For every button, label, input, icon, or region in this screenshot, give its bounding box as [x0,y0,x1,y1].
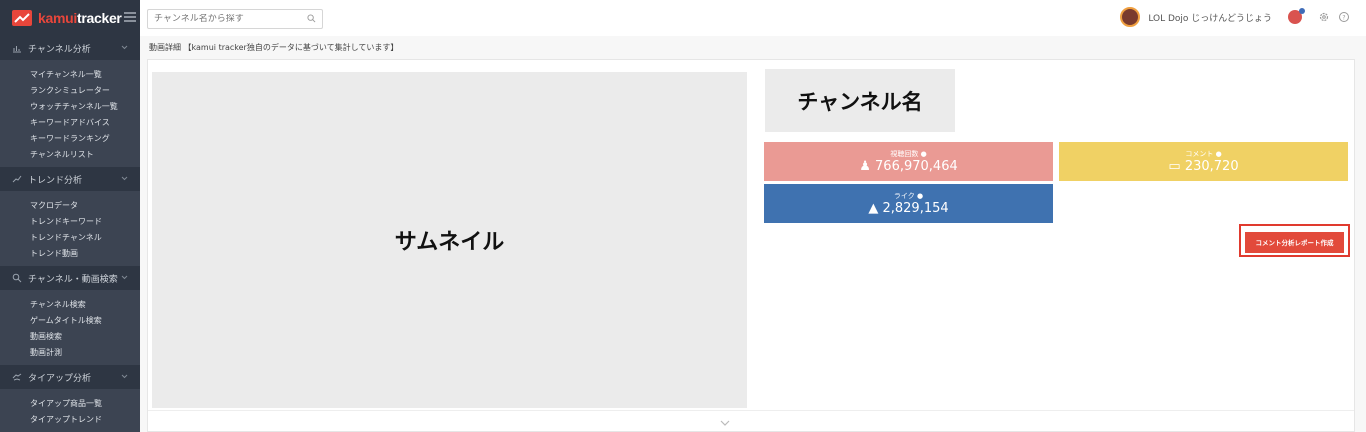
sidebar-item-macro-data[interactable]: マクロデータ [30,198,140,214]
search-icon [12,273,22,283]
sidebar-section-title: トレンド分析 [28,175,83,186]
sidebar-item-keyword-advice[interactable]: キーワードアドバイス [30,115,140,131]
thumbnail: サムネイル [152,72,747,408]
comment-report-button[interactable]: コメント分析レポート作成 [1245,231,1344,253]
logo-suffix: tracker [76,10,122,26]
user-name[interactable]: LOL Dojo じっけんどうじょう [1148,11,1272,24]
thumbnail-label: サムネイル [394,230,505,255]
search-input[interactable] [154,14,294,24]
info-icon: ● [1215,150,1222,158]
sidebar-item-video-search[interactable]: 動画検索 [30,329,140,345]
bar-chart-icon [13,46,21,53]
channel-name-label: チャンネル名 [797,89,923,114]
sidebar-section-title: タイアップ分析 [28,373,92,384]
sidebar-item-video-measure[interactable]: 動画計測 [30,345,140,361]
sidebar-item-my-channels[interactable]: マイチャンネル一覧 [30,67,140,83]
sidebar-item-watch-channels[interactable]: ウォッチチャンネル一覧 [30,99,140,115]
chevron-down-icon[interactable] [720,419,730,427]
logo[interactable]: kamuitracker [0,0,140,36]
logo-prefix: kamui [38,10,77,26]
divider [148,410,1354,411]
svg-text:?: ? [1342,15,1345,22]
video-detail-panel: サムネイル チャンネル名 視聴回数 ● ♟ 766,970,464 コメント ●… [147,59,1355,432]
handshake-icon [12,373,22,381]
chevron-down-icon [121,176,128,181]
channel-name[interactable]: チャンネル名 [765,69,955,132]
comments-label: コメント [1185,150,1214,158]
chevron-down-icon [121,275,128,280]
sidebar-item-trend-channel[interactable]: トレンドチャンネル [30,230,140,246]
sidebar-item-trend-video[interactable]: トレンド動画 [30,246,140,262]
top-bar: kamuitracker LOL Dojo じっけんどうじょう ? [0,0,1366,36]
sidebar-section-search[interactable]: チャンネル・動画検索 [0,266,140,290]
sidebar-item-channel-search[interactable]: チャンネル検索 [30,297,140,313]
sidebar-section-trend-analysis[interactable]: トレンド分析 [0,167,140,191]
help-icon[interactable]: ? [1338,11,1350,23]
chevron-down-icon [121,374,128,379]
comments-stat-card: コメント ● ▭ 230,720 [1059,142,1348,181]
sidebar-section-title: チャンネル分析 [28,44,91,55]
logo-chart-icon [12,10,32,26]
views-value: 766,970,464 [875,159,958,174]
likes-value: 2,829,154 [882,201,949,216]
comment-icon: ▭ [1168,159,1181,174]
report-button-highlight: コメント分析レポート作成 [1239,224,1350,257]
sidebar-item-channel-list[interactable]: チャンネルリスト [30,147,140,163]
sidebar-item-tieup-trend[interactable]: タイアップトレンド [30,412,140,428]
gear-icon[interactable] [1318,11,1330,23]
views-label: 視聴回数 [890,150,919,158]
thumbs-up-icon: ▲ [868,201,879,216]
avatar[interactable] [1120,7,1141,27]
trend-line-icon [12,175,22,183]
sidebar-section-channel-analysis[interactable]: チャンネル分析 [0,36,140,60]
user-area: LOL Dojo じっけんどうじょう ? [1120,7,1350,27]
comments-value: 230,720 [1184,159,1239,174]
sidebar-item-tieup-products[interactable]: タイアップ商品一覧 [30,396,140,412]
search-box [147,9,323,29]
chevron-down-icon [121,45,128,50]
views-stat-card: 視聴回数 ● ♟ 766,970,464 [764,142,1053,181]
search-icon[interactable] [307,14,316,23]
sidebar-section-tieup-analysis[interactable]: タイアップ分析 [0,365,140,389]
sidebar-item-trend-keyword[interactable]: トレンドキーワード [30,214,140,230]
sidebar-section-title: チャンネル・動画検索 [28,274,118,285]
likes-stat-card: ライク ● ▲ 2,829,154 [764,184,1053,223]
info-icon: ● [920,150,927,158]
info-icon: ● [917,192,924,200]
sidebar-item-game-title-search[interactable]: ゲームタイトル検索 [30,313,140,329]
page-title: 動画詳細 【kamui tracker独自のデータに基づいて集計しています】 [149,43,399,52]
menu-toggle-icon[interactable] [124,12,136,22]
sidebar-item-keyword-ranking[interactable]: キーワードランキング [30,131,140,147]
person-icon: ♟ [859,159,871,174]
notification-icon[interactable] [1288,8,1305,24]
likes-label: ライク [893,192,915,200]
sidebar: チャンネル分析 マイチャンネル一覧 ランクシミュレーター ウォッチチャンネル一覧… [0,36,140,432]
sidebar-item-rank-simulator[interactable]: ランクシミュレーター [30,83,140,99]
